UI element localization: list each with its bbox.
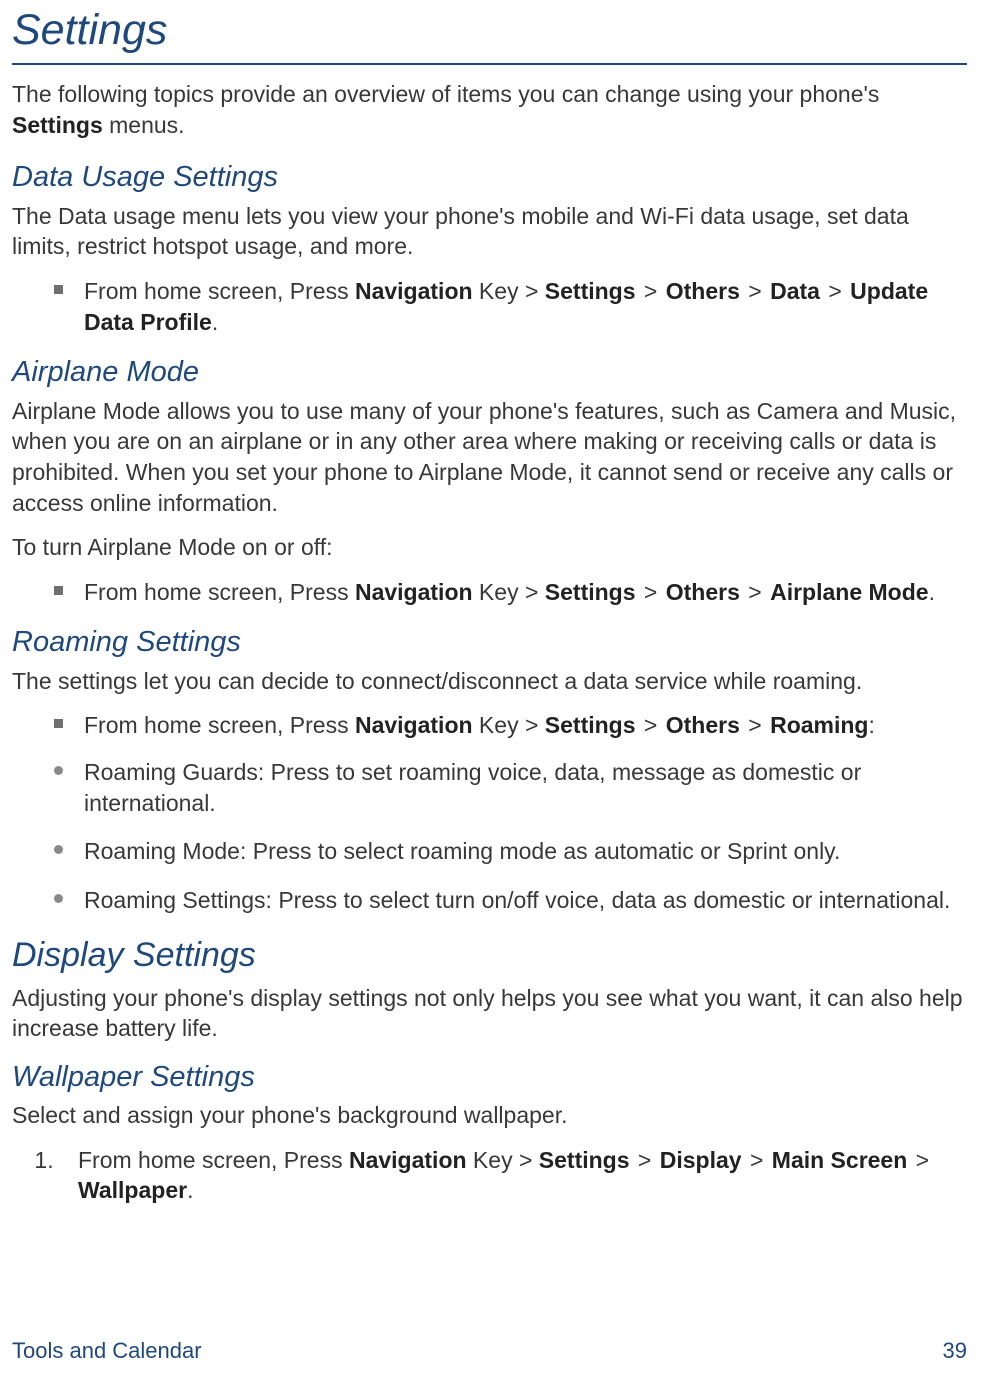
dot: . — [929, 579, 935, 605]
gt: > — [630, 1147, 660, 1173]
settings-bold: Settings — [539, 1147, 630, 1173]
list-item: From home screen, Press Navigation Key >… — [54, 710, 967, 741]
wallpaper-bold: Wallpaper — [78, 1177, 187, 1203]
gt: > — [636, 579, 666, 605]
intro-pre: The following topics provide an overview… — [12, 81, 879, 107]
li-pre: From home screen, Press — [84, 712, 355, 738]
nav-bold: Navigation — [349, 1147, 467, 1173]
li-pre: From home screen, Press — [78, 1147, 349, 1173]
footer-page-number: 39 — [943, 1336, 967, 1365]
gt: > — [636, 278, 666, 304]
airplane-bold: Airplane Mode — [770, 579, 928, 605]
list-item: From home screen, Press Navigation Key >… — [54, 577, 967, 608]
intro-bold: Settings — [12, 112, 103, 138]
colon: : — [868, 712, 874, 738]
main-bold: Main Screen — [772, 1147, 908, 1173]
nav-bold: Navigation — [355, 712, 473, 738]
page-footer: Tools and Calendar 39 — [12, 1336, 967, 1365]
gt: > — [740, 278, 770, 304]
settings-bold: Settings — [545, 712, 636, 738]
wallpaper-ol: From home screen, Press Navigation Key >… — [12, 1145, 967, 1206]
li-pre: From home screen, Press — [84, 579, 355, 605]
gt: > — [907, 1147, 931, 1173]
data-bold: Data — [770, 278, 820, 304]
gt: > — [740, 712, 770, 738]
dot: . — [212, 309, 218, 335]
list-item: Roaming Guards: Press to set roaming voi… — [54, 757, 967, 818]
heading-roaming: Roaming Settings — [12, 623, 967, 662]
li-key: Key > — [467, 1147, 539, 1173]
roaming-list-disc: Roaming Guards: Press to set roaming voi… — [12, 757, 967, 915]
list-item: From home screen, Press Navigation Key >… — [60, 1145, 967, 1206]
dot: . — [187, 1177, 193, 1203]
data-usage-body: The Data usage menu lets you view your p… — [12, 201, 967, 262]
li-key: Key > — [473, 579, 545, 605]
li-key: Key > — [473, 278, 545, 304]
gt: > — [740, 579, 770, 605]
list-item: Roaming Settings: Press to select turn o… — [54, 885, 967, 916]
page-title: Settings — [12, 0, 967, 65]
others-bold: Others — [666, 712, 740, 738]
settings-bold: Settings — [545, 579, 636, 605]
list-item: From home screen, Press Navigation Key >… — [54, 276, 967, 337]
list-item: Roaming Mode: Press to select roaming mo… — [54, 836, 967, 867]
airplane-body2: To turn Airplane Mode on or off: — [12, 532, 967, 563]
display-body: Adjusting your phone's display settings … — [12, 983, 967, 1044]
others-bold: Others — [666, 278, 740, 304]
heading-display: Display Settings — [12, 933, 967, 978]
intro-paragraph: The following topics provide an overview… — [12, 79, 967, 140]
heading-data-usage: Data Usage Settings — [12, 158, 967, 197]
li-pre: From home screen, Press — [84, 278, 355, 304]
footer-left: Tools and Calendar — [12, 1336, 202, 1365]
heading-airplane: Airplane Mode — [12, 353, 967, 392]
airplane-list: From home screen, Press Navigation Key >… — [12, 577, 967, 608]
roaming-bold: Roaming — [770, 712, 868, 738]
gt: > — [742, 1147, 772, 1173]
airplane-body: Airplane Mode allows you to use many of … — [12, 396, 967, 518]
settings-bold: Settings — [545, 278, 636, 304]
heading-wallpaper: Wallpaper Settings — [12, 1058, 967, 1097]
display-bold: Display — [660, 1147, 742, 1173]
roaming-body: The settings let you can decide to conne… — [12, 666, 967, 697]
others-bold: Others — [666, 579, 740, 605]
data-usage-list: From home screen, Press Navigation Key >… — [12, 276, 967, 337]
roaming-list-square: From home screen, Press Navigation Key >… — [12, 710, 967, 741]
nav-bold: Navigation — [355, 579, 473, 605]
intro-post: menus. — [103, 112, 185, 138]
nav-bold: Navigation — [355, 278, 473, 304]
wallpaper-body: Select and assign your phone's backgroun… — [12, 1100, 967, 1131]
gt: > — [636, 712, 666, 738]
gt: > — [820, 278, 850, 304]
li-key: Key > — [473, 712, 545, 738]
